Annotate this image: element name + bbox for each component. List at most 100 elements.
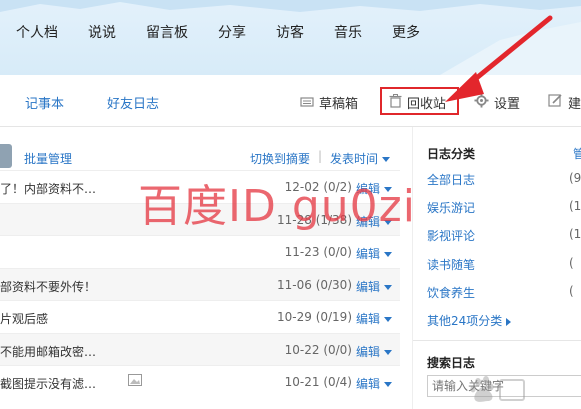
nav-item-profile[interactable]: 个人档 [16, 22, 58, 42]
table-row[interactable]: 11-23 (0/0) 编辑 [0, 235, 400, 268]
edit-dropdown[interactable]: 编辑 [356, 375, 393, 392]
table-row[interactable]: 部资料不要外传！ 11-06 (0/30) 编辑 [0, 267, 400, 300]
categories-heading: 日志分类 [427, 147, 476, 161]
entry-date: 10-29 [276, 310, 312, 324]
settings-button[interactable]: 设置 [474, 93, 520, 112]
nav-item-status[interactable]: 说说 [88, 22, 116, 42]
batch-manage-link[interactable]: 批量管理 [24, 150, 72, 167]
recycle-bin-button[interactable]: 回收站 [389, 93, 446, 112]
edit-dropdown[interactable]: 编辑 [356, 278, 393, 295]
edit-dropdown[interactable]: 编辑 [356, 213, 393, 230]
trash-icon [389, 93, 402, 112]
chevron-right-icon [506, 317, 512, 326]
chevron-down-icon [384, 219, 393, 225]
tab-friends-blog[interactable]: 好友日志 [107, 93, 159, 112]
table-row[interactable]: 截图提示没有滤… 10-21 (0/4) 编辑 [0, 365, 400, 398]
nav-item-music[interactable]: 音乐 [334, 22, 362, 42]
edit-dropdown[interactable]: 编辑 [356, 343, 393, 360]
chevron-down-icon [384, 382, 393, 387]
nav-item-guestbook[interactable]: 留言板 [146, 22, 188, 42]
create-button[interactable]: 建 [548, 93, 581, 112]
entry-count: (0/2) [323, 180, 352, 194]
sort-by-time-dropdown[interactable]: 发表时间 [330, 150, 391, 167]
category-reading-notes[interactable]: 读书随笔 [427, 256, 475, 273]
more-categories-label: 其他24项分类 [427, 314, 503, 328]
entry-meta: 11-28 (1/38) [270, 213, 352, 227]
settings-label: 设置 [494, 97, 521, 112]
drafts-button[interactable]: 草稿箱 [300, 93, 358, 112]
nav-item-share[interactable]: 分享 [218, 22, 246, 42]
entry-title[interactable]: 片观后感 [0, 310, 48, 327]
category-film-review[interactable]: 影视评论 [427, 227, 475, 244]
category-count: ( [569, 284, 574, 298]
entry-count: (0/19) [315, 310, 352, 324]
edit-dropdown[interactable]: 编辑 [356, 180, 393, 197]
table-row[interactable]: 片观后感 10-29 (0/19) 编辑 [0, 300, 400, 333]
drafts-label: 草稿箱 [319, 97, 359, 112]
edit-label: 编辑 [356, 182, 381, 196]
blog-tab-bar: 记事本 好友日志 草稿箱 回收站 设置 建 [0, 75, 581, 127]
category-all[interactable]: 全部日志 [427, 171, 475, 188]
edit-dropdown[interactable]: 编辑 [356, 245, 393, 262]
select-all-tab[interactable] [0, 144, 12, 168]
tab-notebook[interactable]: 记事本 [25, 93, 64, 112]
create-label: 建 [568, 97, 581, 112]
entry-date: 11-06 [276, 277, 312, 292]
pencil-icon [548, 93, 563, 112]
edit-dropdown[interactable]: 编辑 [356, 310, 393, 327]
nav-item-more[interactable]: 更多 [392, 22, 420, 42]
entry-date: 10-22 [284, 342, 320, 357]
search-input[interactable] [427, 375, 581, 397]
image-icon [128, 374, 142, 389]
table-row[interactable]: 不能用邮箱改密… 10-22 (0/0) 编辑 [0, 332, 400, 365]
switch-to-summary-link[interactable]: 切换到摘要 [250, 150, 310, 167]
top-navigation: 个人档 说说 留言板 分享 访客 音乐 更多 [0, 0, 581, 75]
entry-meta: 12-02 (0/2) [270, 180, 352, 194]
edit-label: 编辑 [356, 312, 381, 326]
blog-entry-list: 了！内部资料不… 12-02 (0/2) 编辑 11-28 (1/38) 编辑 … [0, 170, 400, 398]
sidebar-divider [413, 340, 581, 341]
edit-label: 编辑 [356, 377, 381, 391]
chevron-down-icon [384, 317, 393, 322]
sort-label: 发表时间 [330, 152, 379, 166]
category-travel[interactable]: 娱乐游记 [427, 199, 475, 216]
blog-sidebar: 日志分类 管 全部日志 (9 娱乐游记 (1 影视评论 (1 读书随笔 ( 饮食… [412, 127, 581, 409]
entry-title[interactable]: 部资料不要外传！ [0, 278, 96, 295]
entry-meta: 10-22 (0/0) [270, 343, 352, 357]
category-count: (9 [569, 171, 581, 185]
edit-label: 编辑 [356, 279, 381, 294]
search-heading: 搜索日志 [427, 356, 476, 370]
recycle-bin-label: 回收站 [407, 97, 447, 112]
chevron-down-icon [382, 157, 391, 162]
entry-count: (0/0) [323, 342, 352, 357]
entry-title[interactable]: 不能用邮箱改密… [0, 343, 96, 360]
entry-meta: 10-21 (0/4) [270, 375, 352, 389]
nav-item-visitors[interactable]: 访客 [276, 22, 304, 42]
entry-date: 10-21 [284, 375, 320, 389]
toolbar-separator: | [318, 149, 323, 163]
entry-title[interactable]: 截图提示没有滤… [0, 375, 96, 392]
edit-label: 编辑 [356, 214, 381, 229]
table-row[interactable]: 了！内部资料不… 12-02 (0/2) 编辑 [0, 170, 400, 203]
gear-icon [474, 93, 489, 112]
edit-label: 编辑 [356, 344, 381, 359]
category-diet-health[interactable]: 饮食养生 [427, 284, 475, 301]
entry-count: (0/4) [323, 375, 352, 389]
entry-count: (1/38) [315, 212, 352, 227]
manage-categories-link[interactable]: 管 [573, 145, 581, 162]
table-row[interactable]: 11-28 (1/38) 编辑 [0, 202, 400, 235]
entry-date: 11-28 [276, 212, 312, 227]
drafts-icon [300, 94, 314, 112]
category-count: (1 [569, 227, 581, 241]
chevron-down-icon [384, 252, 393, 257]
entry-title[interactable]: 了！内部资料不… [0, 180, 96, 197]
chevron-down-icon [384, 349, 393, 355]
edit-label: 编辑 [356, 247, 381, 261]
entry-meta: 11-06 (0/30) [270, 278, 352, 292]
entry-count: (0/30) [315, 277, 352, 292]
chevron-down-icon [384, 284, 393, 290]
more-categories-link[interactable]: 其他24项分类 [427, 312, 512, 329]
list-toolbar: 批量管理 切换到摘要 | 发表时间 [0, 140, 400, 170]
entry-date: 12-02 [284, 180, 320, 194]
category-count: (1 [569, 199, 581, 213]
